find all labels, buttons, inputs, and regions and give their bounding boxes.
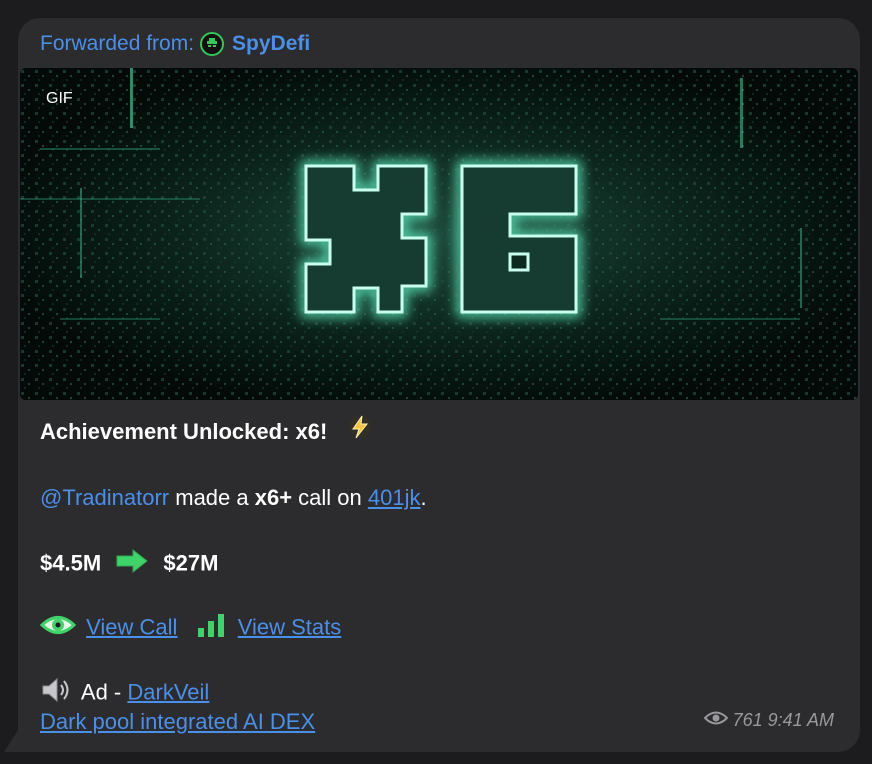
- view-stats-link[interactable]: View Stats: [238, 614, 342, 639]
- ad-tagline-line: Dark pool integrated AI DEX: [40, 708, 315, 736]
- call-text-on: call on: [292, 485, 368, 510]
- mcap-from: $4.5M: [40, 550, 102, 576]
- view-call-link[interactable]: View Call: [86, 614, 177, 639]
- message-meta: 761 9:41 AM: [703, 710, 834, 731]
- mcap-to: $27M: [163, 550, 219, 576]
- headline-text: Achievement Unlocked: x6!: [40, 419, 328, 444]
- view-count: 761: [732, 710, 763, 730]
- speaker-icon: [40, 676, 74, 711]
- views-eye-icon: [703, 710, 728, 731]
- ad-line: Ad - DarkVeil: [40, 676, 209, 711]
- call-text-made: made a: [169, 485, 255, 510]
- mcap-line: $4.5M $27M: [40, 548, 218, 581]
- user-mention-link[interactable]: @Tradinatorr: [40, 485, 169, 510]
- forwarded-prefix: Forwarded from:: [40, 32, 195, 55]
- call-line: @Tradinatorr made a x6+ call on 401jk.: [40, 484, 427, 512]
- message-time: 9:41 AM: [767, 710, 834, 730]
- message-bubble: Forwarded from: SpyDefi GIF Achievement …: [18, 18, 860, 752]
- bar-chart-icon: [196, 612, 226, 645]
- links-line: View Call View Stats: [39, 612, 342, 645]
- spy-avatar-icon[interactable]: [200, 32, 225, 56]
- eye-icon: [39, 614, 77, 643]
- call-period: .: [420, 485, 427, 510]
- headline-line: Achievement Unlocked: x6!: [40, 415, 373, 447]
- forwarded-header[interactable]: Forwarded from: SpyDefi: [40, 30, 310, 58]
- bubble-tail: [4, 730, 18, 752]
- call-multiplier: x6+: [254, 485, 293, 510]
- gif-artwork: [20, 68, 858, 400]
- lightning-icon: [347, 414, 373, 447]
- token-link[interactable]: 401jk: [368, 485, 421, 510]
- forwarded-channel-name[interactable]: SpyDefi: [232, 32, 310, 56]
- gif-media[interactable]: GIF: [20, 68, 858, 400]
- ad-name-link[interactable]: DarkVeil: [127, 679, 209, 704]
- right-arrow-icon: [115, 548, 149, 581]
- gif-badge: GIF: [46, 90, 73, 107]
- ad-tagline-link[interactable]: Dark pool integrated AI DEX: [40, 709, 315, 734]
- ad-prefix: Ad -: [80, 679, 128, 705]
